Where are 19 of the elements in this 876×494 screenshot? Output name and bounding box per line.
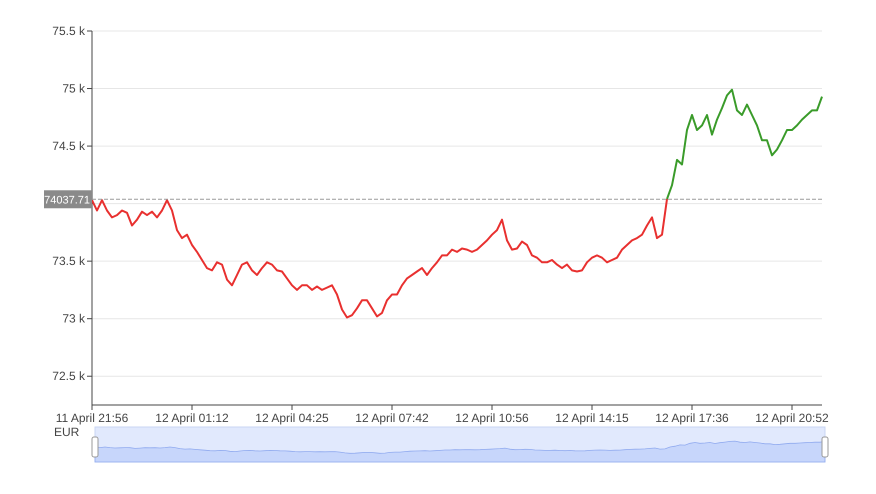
y-axis-label: 75 k (62, 82, 85, 96)
y-axis-label: 72.5 k (52, 369, 85, 384)
x-axis-label: 12 April 14:15 (555, 411, 629, 425)
x-axis-label: 12 April 20:52 (755, 411, 829, 425)
x-axis-label: 12 April 01:12 (155, 411, 229, 425)
x-axis-label: 12 April 17:36 (655, 411, 729, 425)
ref-line-label: 74037.71 (44, 194, 90, 206)
y-axis-label: 75.5 k (52, 24, 85, 38)
y-axis-label: 74.5 k (52, 139, 85, 154)
reference-label: 74037.71 (44, 190, 92, 208)
x-axis-label: 12 April 04:25 (255, 411, 329, 425)
x-axis-label: 12 April 10:56 (455, 411, 529, 425)
y-axis-label: 73 k (62, 312, 85, 326)
x-axis-label: 11 April 21:56 (56, 411, 128, 425)
y-axis-label: 73.5 k (52, 254, 85, 268)
navigator-label: EUR (54, 425, 80, 439)
navigator-handle[interactable] (92, 436, 98, 458)
x-axis-label: 12 April 07:42 (355, 411, 429, 425)
navigator-handle[interactable] (822, 436, 828, 458)
